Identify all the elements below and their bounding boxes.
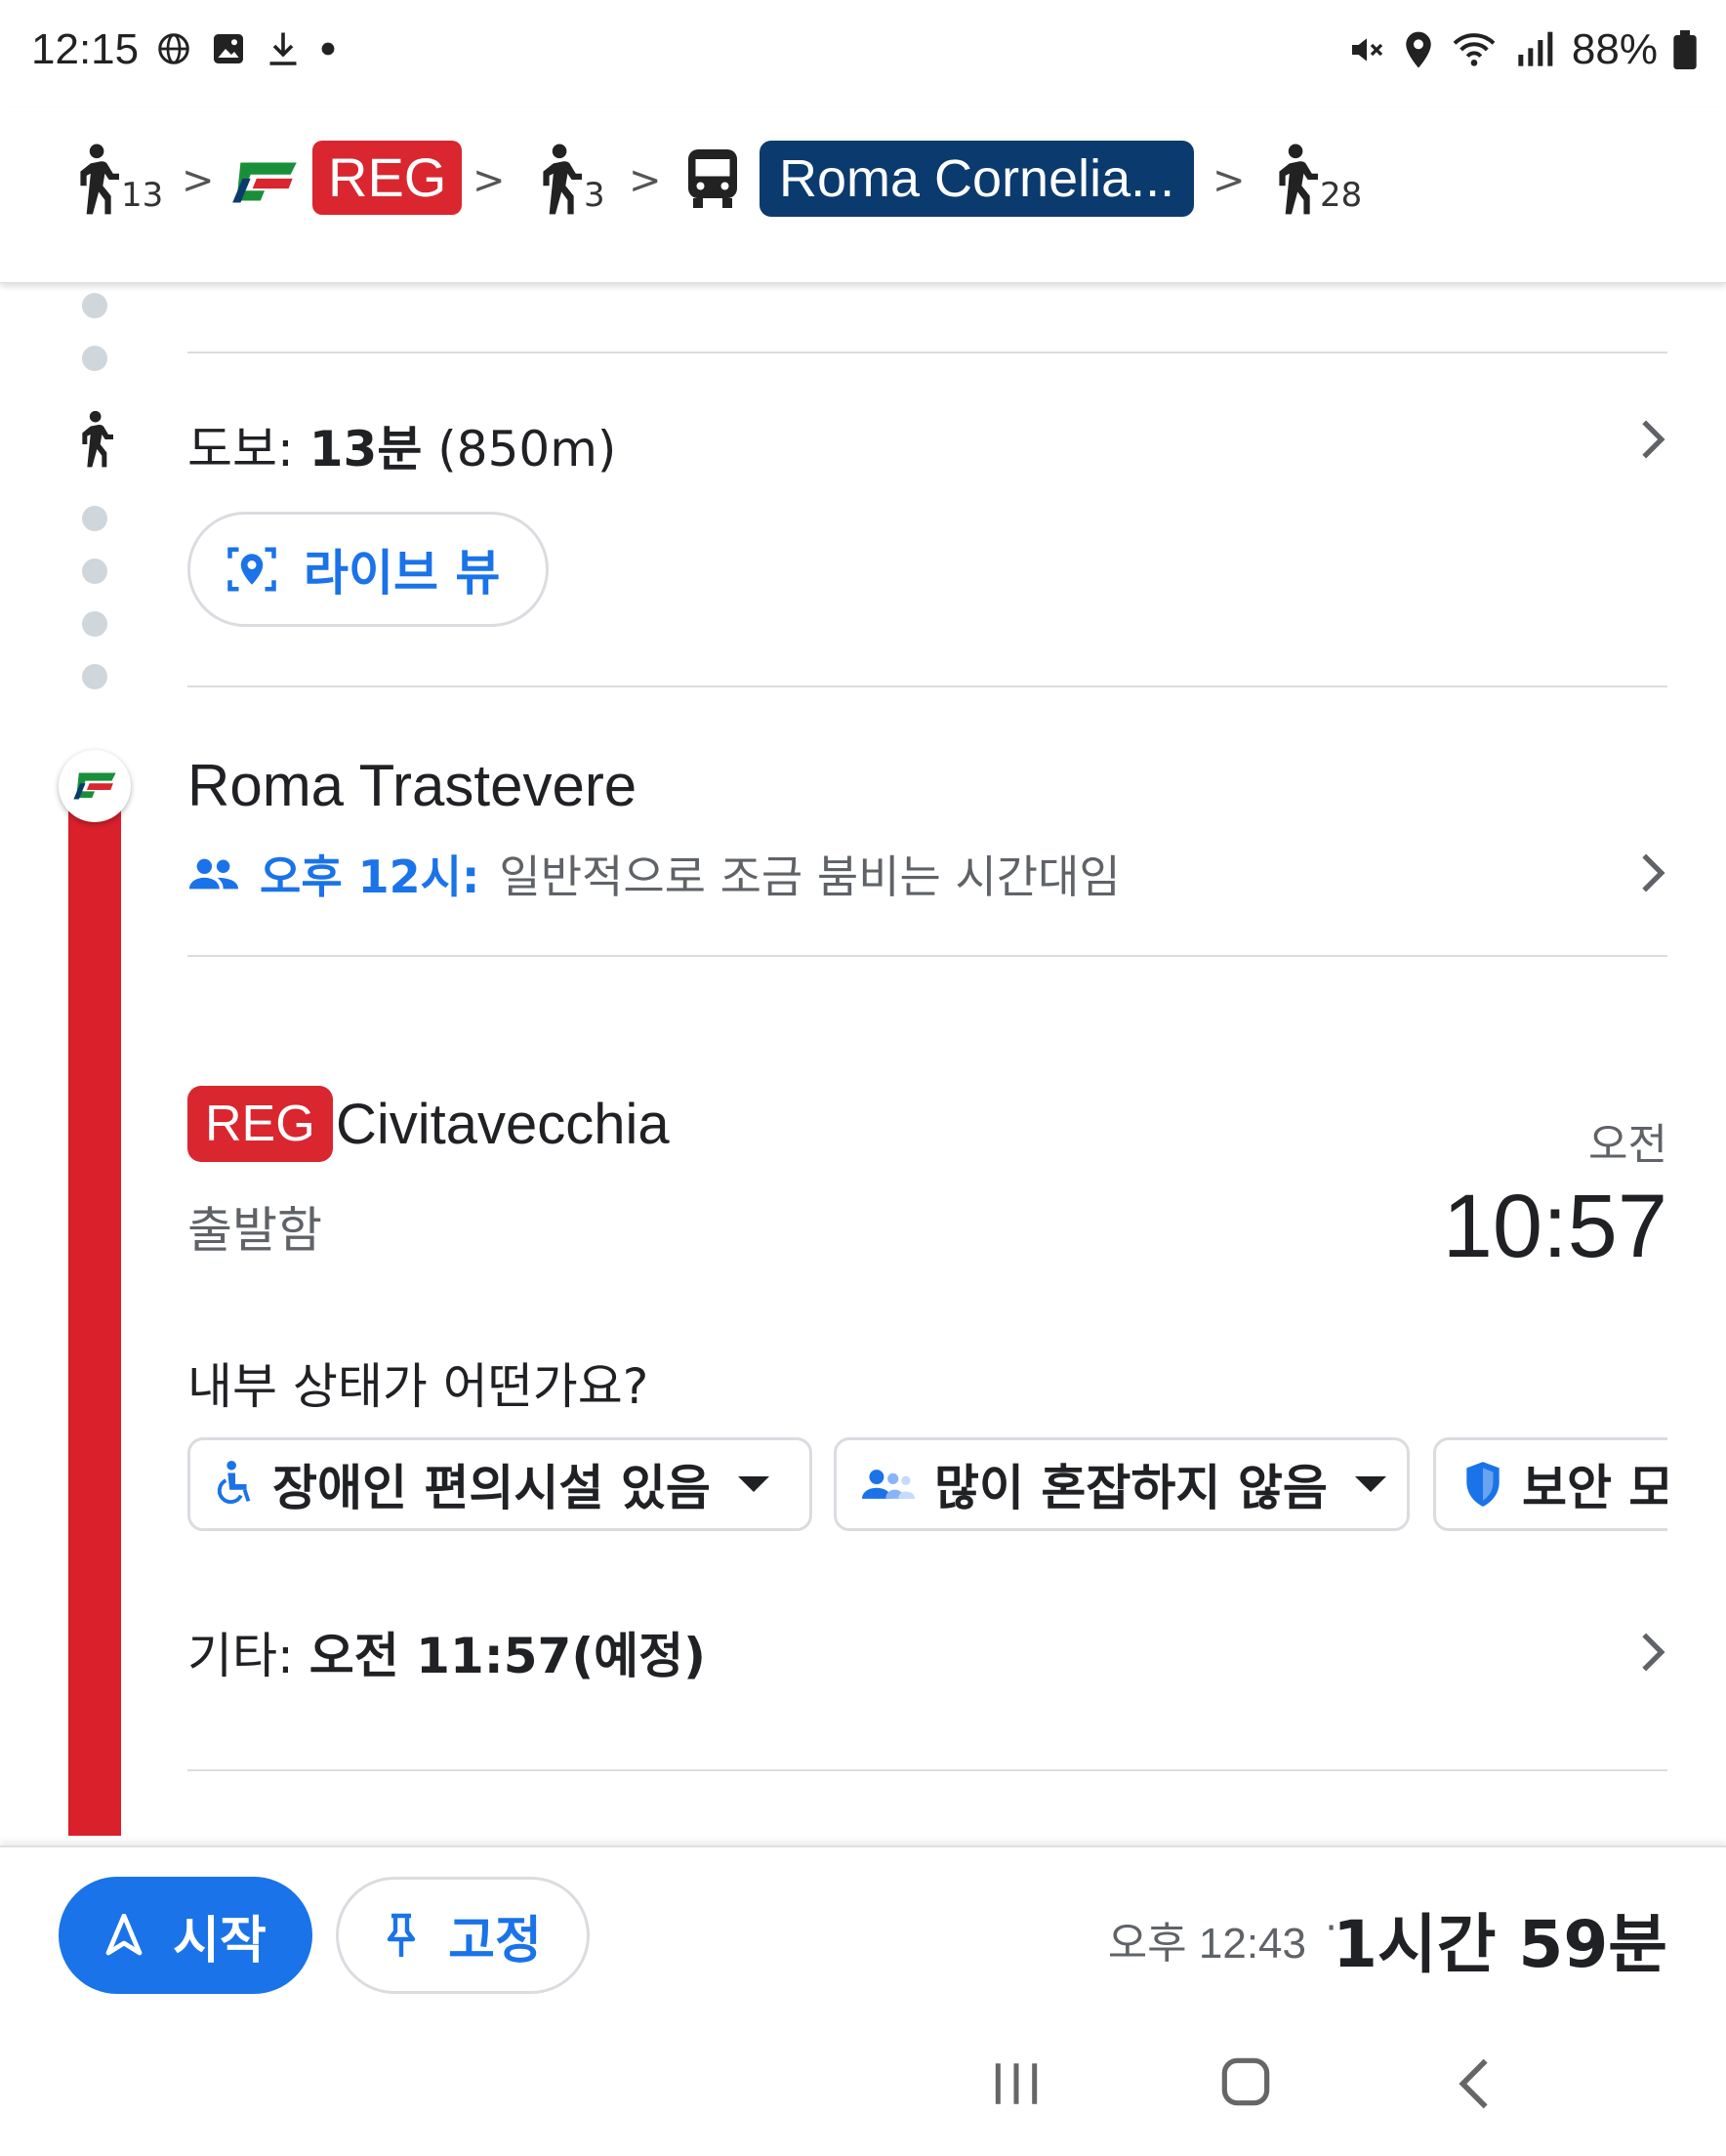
crowding-chip[interactable]: 많이 혼잡하지 않음: [834, 1437, 1410, 1531]
train-badge-reg: REG: [187, 1086, 333, 1162]
conditions-question: 내부 상태가 어떤가요?: [187, 1358, 649, 1415]
wifi-icon: [1453, 33, 1496, 66]
chevron-right-icon[interactable]: [1638, 851, 1667, 894]
station-name[interactable]: Roma Trastevere: [187, 752, 637, 819]
accessible-icon: [217, 1460, 251, 1504]
walk-minutes: 3: [584, 176, 605, 215]
pin-label: 고정: [448, 1911, 542, 1970]
step-separator: >: [473, 158, 506, 203]
other-departures[interactable]: 기타: 오전 11:57(예정): [187, 1617, 706, 1687]
conditions-chips: 장애인 편의시설 있음 많이 혼잡하지 않음 보안 모: [187, 1437, 1667, 1535]
security-chip[interactable]: 보안 모: [1433, 1437, 1667, 1531]
chevron-down-icon: [737, 1476, 769, 1492]
step-separator: >: [182, 158, 215, 203]
live-view-button[interactable]: 라이브 뷰: [187, 512, 549, 627]
chip-label: 보안 모: [1522, 1460, 1667, 1516]
departure-ampm: 오전: [1588, 1120, 1667, 1170]
divider: [187, 685, 1667, 687]
walk-step-1: 13: [70, 143, 163, 217]
accessibility-chip[interactable]: 장애인 편의시설 있음: [187, 1437, 812, 1531]
status-right-icons: 88%: [1347, 25, 1697, 74]
bus-icon: [688, 149, 737, 208]
departure-time: 10:57: [1442, 1177, 1667, 1276]
route-summary-bar[interactable]: 13 > REG > 3 > Roma Cornelia... > 28: [0, 107, 1726, 283]
timeline-dot: [82, 293, 107, 318]
back-icon[interactable]: [1457, 2056, 1492, 2111]
crowd-time: 오후 12시:: [260, 850, 480, 903]
live-view-label: 라이브 뷰: [304, 545, 501, 601]
divider: [187, 352, 1667, 353]
walk-label: 도보:: [187, 421, 294, 477]
crowd-info[interactable]: 오후 12시: 일반적으로 조금 붐비는 시간대임: [187, 842, 1121, 906]
timeline-dot: [82, 559, 107, 584]
departure-status: 출발함: [187, 1202, 322, 1259]
station-marker: [59, 750, 131, 822]
people-icon: [188, 858, 239, 890]
train-destination: Civitavecchia: [336, 1093, 670, 1156]
timeline-dot: [82, 664, 107, 689]
walk-icon: [80, 144, 119, 215]
notification-dot-icon: [321, 42, 335, 56]
other-label: 기타:: [187, 1628, 294, 1684]
status-left-icons: [156, 29, 336, 68]
chevron-right-icon[interactable]: [1638, 1631, 1667, 1674]
status-time: 12:15: [31, 25, 140, 73]
pin-button[interactable]: 고정: [336, 1877, 590, 1994]
train-timeline-bar: [68, 791, 121, 1836]
battery-percent: 88%: [1571, 25, 1658, 73]
timeline-dot: [82, 506, 107, 531]
people-icon: [862, 1470, 916, 1499]
bottom-action-bar: 시작 고정 오후 12:43 · 1시간 59분: [0, 1845, 1726, 2011]
step-separator: >: [1212, 158, 1246, 203]
status-bar: 12:15 88%: [0, 0, 1726, 107]
start-label: 시작: [173, 1911, 267, 1970]
step-separator: >: [629, 158, 662, 203]
divider: [187, 955, 1667, 957]
home-icon[interactable]: [1220, 2056, 1271, 2107]
train-badge-reg: REG: [312, 141, 463, 215]
bus-badge-route: Roma Cornelia...: [760, 141, 1195, 217]
trip-duration: 1시간 59분: [1333, 1907, 1667, 1982]
location-icon: [1406, 31, 1431, 68]
crowd-text: 일반적으로 조금 붐비는 시간대임: [499, 850, 1121, 903]
chip-label: 많이 혼잡하지 않음: [934, 1460, 1328, 1516]
trenitalia-logo-icon: [232, 162, 297, 203]
globe-icon: [158, 33, 189, 64]
timeline-dot: [82, 346, 107, 371]
live-view-icon: [227, 547, 276, 592]
timeline-dot: [82, 611, 107, 637]
walk-step-2: 3: [533, 143, 605, 217]
download-icon: [269, 32, 297, 65]
signal-icon: [1518, 31, 1553, 66]
chip-label: 장애인 편의시설 있음: [272, 1460, 711, 1516]
walk-icon: [82, 410, 113, 468]
walk-distance: (850m): [437, 421, 617, 477]
system-nav-bar: [0, 2011, 1726, 2156]
recent-apps-icon[interactable]: [990, 2058, 1043, 2109]
navigation-arrow-icon: [105, 1914, 143, 1956]
walk-minutes: 28: [1320, 176, 1363, 215]
arrival-time: 오후 12:43: [1107, 1920, 1306, 1968]
chevron-right-icon[interactable]: [1638, 418, 1667, 461]
image-icon: [214, 34, 243, 63]
walk-minutes: 13: [121, 176, 164, 215]
walk-icon: [543, 144, 582, 215]
chevron-down-icon: [1354, 1476, 1386, 1492]
walk-duration: 13분: [308, 421, 423, 477]
mute-icon: [1351, 38, 1383, 62]
walk-icon: [1279, 144, 1318, 215]
divider: [187, 1769, 1667, 1771]
pin-icon: [387, 1913, 416, 1957]
walk-step-3: 28: [1269, 143, 1362, 217]
walk-step-row[interactable]: 도보: 13분 (850m): [187, 410, 616, 480]
start-button[interactable]: 시작: [59, 1877, 312, 1994]
battery-icon: [1673, 30, 1697, 69]
shield-icon: [1466, 1462, 1500, 1507]
trenitalia-logo-icon: [73, 772, 116, 800]
other-time: 오전 11:57(예정): [308, 1628, 707, 1684]
